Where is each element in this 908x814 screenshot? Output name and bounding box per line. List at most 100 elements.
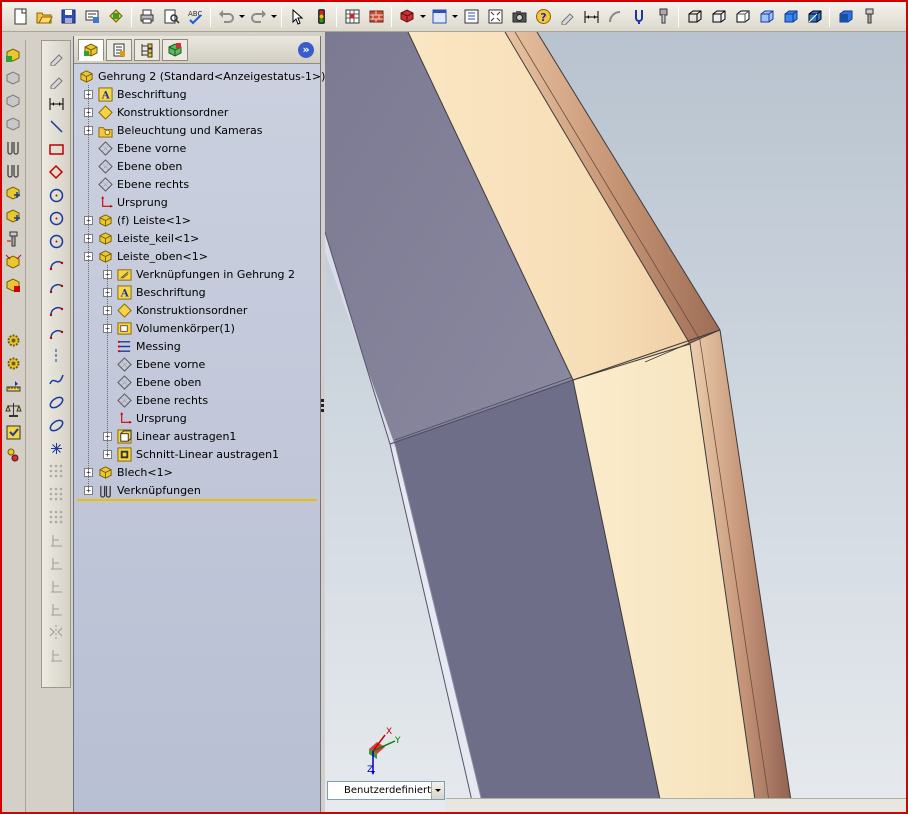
tab-property-manager[interactable] [106,39,132,61]
tree-item[interactable]: + Beleuchtung und Kameras [84,121,263,139]
appearance-button[interactable] [396,6,418,28]
brick-button[interactable] [365,6,387,28]
tree-item[interactable]: + Konstruktionsordner [103,301,247,319]
zoom-fit-button[interactable] [484,6,506,28]
assembly-tool[interactable] [3,45,23,65]
view-orientation-select[interactable]: Benutzerdefiniert [327,781,445,800]
tab-dimxpert-manager[interactable] [162,39,188,61]
display-button[interactable] [834,6,856,28]
rebuild-button[interactable] [310,6,332,28]
box-view-2-button[interactable] [707,6,729,28]
faded-tool-tool[interactable] [46,576,66,596]
horizontal-scrollbar[interactable] [446,798,906,814]
tree-item[interactable]: + Konstruktionsordner [84,103,228,121]
centerline-tool[interactable] [46,346,66,366]
arc-tool-tool[interactable] [46,254,66,274]
toolbar-dropdown-arrow[interactable] [419,6,427,28]
circle-tool[interactable] [46,185,66,205]
faded-tool-tool[interactable] [46,553,66,573]
arc-tool-tool[interactable] [46,277,66,297]
spline-tool[interactable] [46,369,66,389]
smart-fastener-tool[interactable] [3,229,23,249]
component-tool[interactable] [3,91,23,111]
mass-props-tool[interactable] [3,399,23,419]
expand-panel-button[interactable]: » [298,42,314,58]
sketch-tool[interactable] [46,47,66,67]
model-view[interactable] [325,32,906,814]
save-button[interactable] [57,6,79,28]
polygon-tool[interactable] [46,162,66,182]
move-tool[interactable] [3,183,23,203]
tree-item[interactable]: + (f) Leiste<1> [84,211,191,229]
preview-button[interactable] [160,6,182,28]
faded-tool-tool[interactable] [46,599,66,619]
tree-item[interactable]: + A Beschriftung [84,85,187,103]
print-preview-button[interactable] [81,6,103,28]
move-tool[interactable] [3,206,23,226]
explode-tool[interactable] [3,252,23,272]
list-button[interactable] [460,6,482,28]
pattern-tool[interactable] [46,461,66,481]
tab-feature-tree[interactable] [78,39,104,61]
grid-button[interactable] [341,6,363,28]
check-tool[interactable] [3,422,23,442]
tree-item[interactable]: Messing [103,337,181,355]
camera-button[interactable] [508,6,530,28]
pattern-tool[interactable] [46,507,66,527]
tree-item[interactable]: + A Beschriftung [103,283,206,301]
tree-item[interactable]: + Verknüpfungen [84,481,201,499]
component-tool[interactable] [3,68,23,88]
tree-item[interactable]: Ebene rechts [103,391,208,409]
tree-item[interactable]: Ursprung [103,409,187,427]
vertical-button[interactable] [628,6,650,28]
box-view-5-button[interactable] [779,6,801,28]
sketch-button[interactable] [556,6,578,28]
spelling-button[interactable]: ABC [184,6,206,28]
point-tool[interactable] [46,438,66,458]
tree-item[interactable]: − Leiste_oben<1> [84,247,208,265]
dimension-tool[interactable] [46,93,66,113]
gear-tool[interactable] [3,353,23,373]
box-view-4-button[interactable] [755,6,777,28]
tree-item[interactable]: + Leiste_keil<1> [84,229,199,247]
circle-tool[interactable] [46,208,66,228]
graphics-area[interactable]: X Y Z Benutzerdefiniert [325,32,906,814]
select-button[interactable] [286,6,308,28]
view-orientation-button[interactable] [428,6,450,28]
tree-item[interactable]: Ursprung [84,193,168,211]
tree-item[interactable]: Ebene oben [84,157,182,175]
interference-tool[interactable] [3,275,23,295]
faded-tool-tool[interactable] [46,530,66,550]
tree-item[interactable]: + Linear austragen1 [103,427,236,445]
ellipse-tool[interactable] [46,392,66,412]
traffic-tool[interactable] [3,445,23,465]
toolbar-dropdown-arrow[interactable] [238,6,246,28]
options-button[interactable] [105,6,127,28]
arc-tool-tool[interactable] [46,323,66,343]
new-button[interactable] [9,6,31,28]
line-tool[interactable] [46,116,66,136]
box-view-1-button[interactable] [683,6,705,28]
open-button[interactable] [33,6,55,28]
component-tool[interactable] [3,114,23,134]
tree-item[interactable]: + Blech<1> [84,463,173,481]
circle-tool[interactable] [46,231,66,251]
tree-item[interactable]: + Verknüpfungen in Gehrung 2 [103,265,295,283]
help-button[interactable]: ? [532,6,554,28]
toolbar-dropdown-arrow[interactable] [451,6,459,28]
print-button[interactable] [136,6,158,28]
tree-item[interactable]: Ebene oben [103,373,201,391]
hole-button[interactable] [652,6,674,28]
screw-button[interactable] [858,6,880,28]
tree-item[interactable]: + Schnitt-Linear austragen1 [103,445,279,463]
sketch-tool[interactable] [46,70,66,90]
redo-button[interactable] [247,6,269,28]
arc-tool-tool[interactable] [46,300,66,320]
measure-tool[interactable] [3,376,23,396]
mirror-tool[interactable] [46,622,66,642]
dimension-button[interactable] [580,6,602,28]
toolbar-dropdown-arrow[interactable] [270,6,278,28]
box-view-6-button[interactable] [803,6,825,28]
tree-item[interactable]: Ebene rechts [84,175,189,193]
pattern-tool[interactable] [46,484,66,504]
